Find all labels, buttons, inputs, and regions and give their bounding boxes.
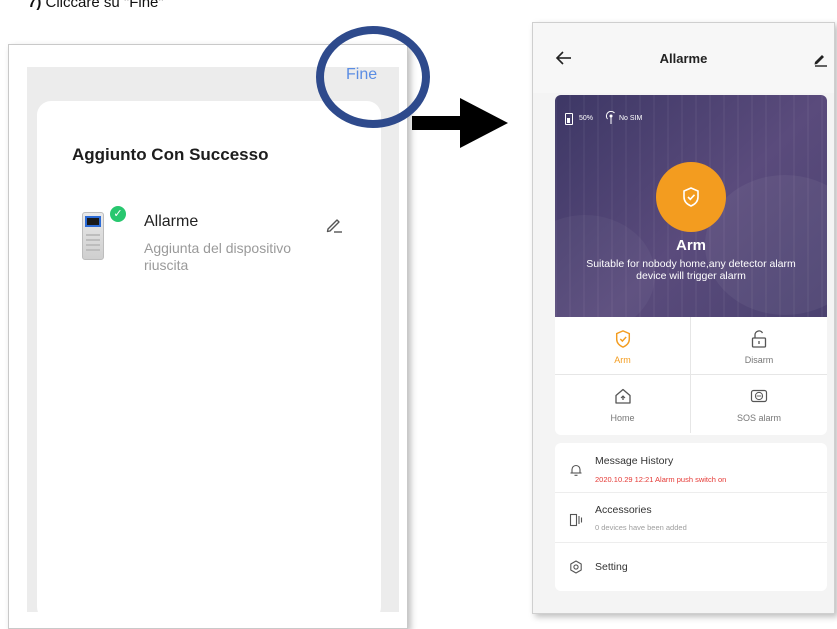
- settings-menu: Message History 2020.10.29 12:21 Alarm p…: [555, 443, 827, 591]
- menu-title: Accessories: [595, 504, 652, 516]
- mode-disarm[interactable]: Disarm: [691, 317, 827, 375]
- pencil-icon[interactable]: [324, 214, 344, 234]
- left-phone-screenshot: [8, 44, 408, 629]
- bell-icon: [570, 464, 582, 476]
- gear-icon: [570, 560, 582, 574]
- menu-title: Setting: [595, 561, 628, 573]
- mode-arm[interactable]: Arm: [555, 317, 691, 375]
- menu-subtitle: 2020.10.29 12:21 Alarm push switch on: [595, 475, 727, 484]
- app-header: Allarme: [533, 23, 834, 93]
- step-number: 7): [28, 0, 42, 11]
- mode-label: Disarm: [744, 355, 774, 365]
- battery-icon: [565, 113, 573, 125]
- edit-icon[interactable]: [812, 51, 828, 67]
- step-text: Cliccare su "Fine": [45, 0, 164, 11]
- menu-message-history[interactable]: Message History 2020.10.29 12:21 Alarm p…: [555, 443, 827, 493]
- shield-check-icon: [683, 187, 699, 207]
- step-caption: 7) Cliccare su "Fine": [28, 0, 164, 11]
- success-title: Aggiunto Con Successo: [72, 145, 269, 164]
- unlock-icon: [751, 330, 767, 348]
- arm-mode-button[interactable]: [656, 162, 726, 232]
- current-mode-name: Arm: [675, 237, 706, 254]
- mode-home[interactable]: Home: [555, 375, 691, 433]
- mode-label: SOS alarm: [736, 413, 781, 423]
- menu-accessories[interactable]: Accessories 0 devices have been added: [555, 493, 827, 543]
- device-thumbnail: [82, 212, 104, 260]
- shield-check-icon: [615, 330, 631, 348]
- mode-hero-panel: 50% No SIM Arm Suitable for nobody home,…: [555, 95, 827, 317]
- device-name: Allarme: [144, 213, 199, 230]
- menu-setting[interactable]: Setting: [555, 543, 827, 591]
- device-status: Aggiunta del dispositivo riuscita: [144, 240, 292, 273]
- mode-label: Arm: [614, 355, 631, 365]
- signal-icon: [605, 111, 615, 124]
- arrow-right-icon: [412, 98, 508, 148]
- current-mode-description: Suitable for nobody home,any detector al…: [586, 258, 796, 282]
- mode-grid: Arm Disarm Home SOS alarm: [555, 317, 827, 435]
- battery-level: 50%: [579, 115, 594, 122]
- success-card: [37, 101, 381, 621]
- right-phone-screenshot: Allarme 50% No SIM Arm Suitable for nobo…: [532, 22, 835, 614]
- accessory-icon: [569, 513, 583, 527]
- mode-sos[interactable]: SOS alarm: [691, 375, 827, 433]
- header-title: Allarme: [659, 51, 708, 66]
- menu-title: Message History: [595, 455, 674, 467]
- menu-subtitle: 0 devices have been added: [595, 523, 687, 532]
- home-icon: [615, 388, 631, 404]
- sos-icon: [750, 389, 768, 403]
- check-icon: ✓: [110, 206, 126, 222]
- sim-status: No SIM: [619, 115, 643, 122]
- mode-label: Home: [610, 413, 635, 423]
